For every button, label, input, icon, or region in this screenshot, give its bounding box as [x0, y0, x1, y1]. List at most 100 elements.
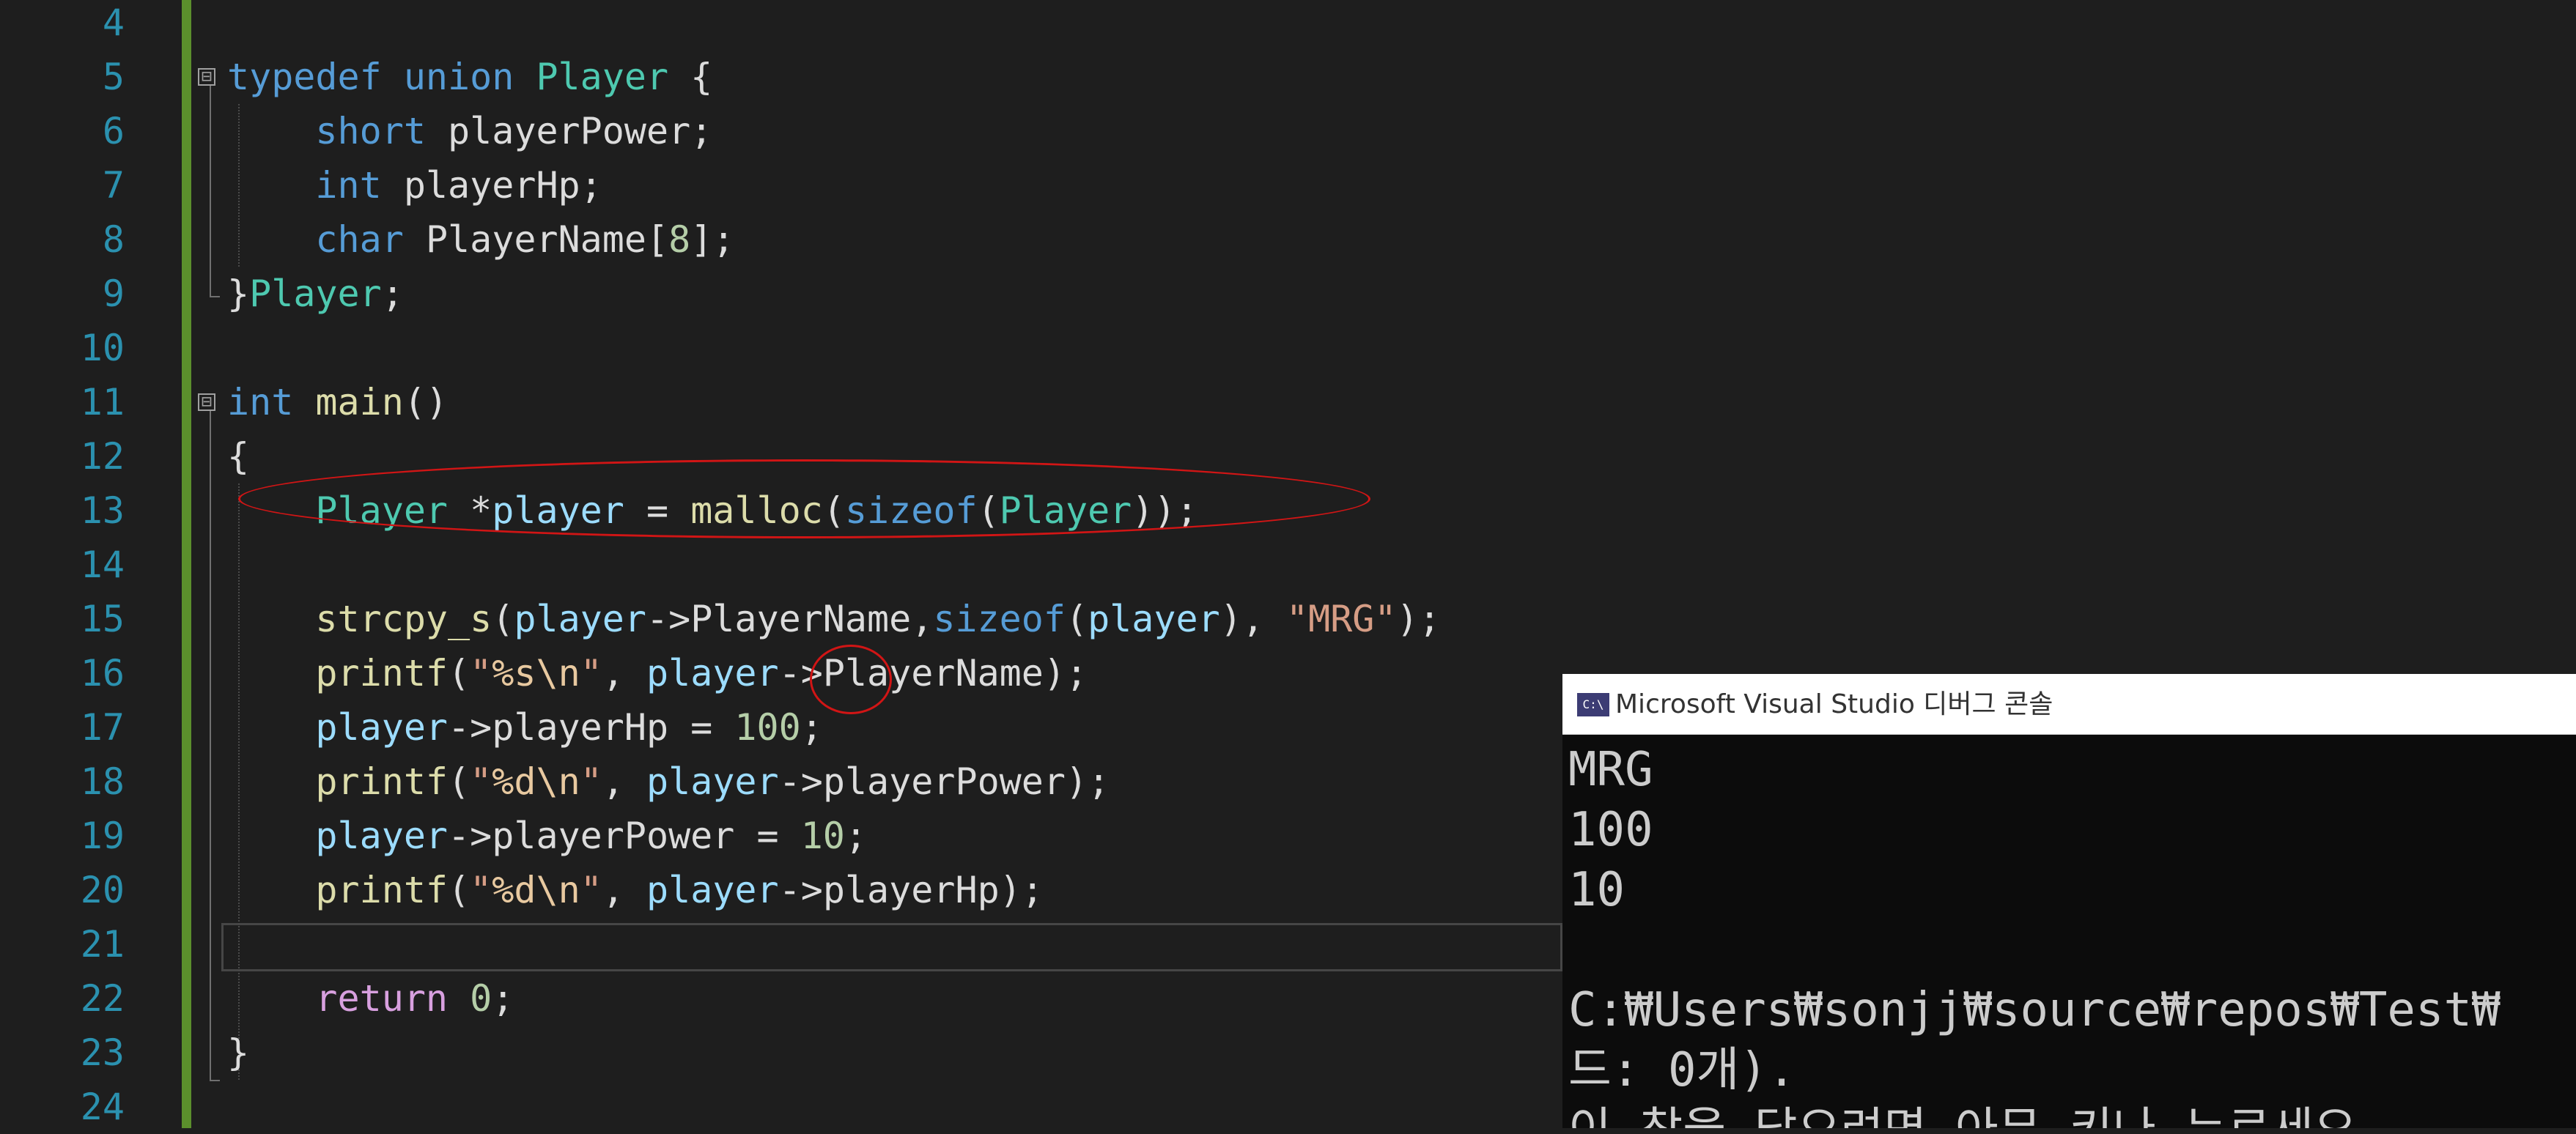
line-number: 16: [80, 652, 125, 694]
keyword-token: union: [403, 56, 514, 98]
string-token: ": [580, 652, 602, 694]
code-text: ;: [381, 273, 404, 315]
line-number-gutter: 4 5 6 7 8 9 10 11 12 13 14 15 16 17 18 1…: [0, 0, 182, 1128]
keyword-token: sizeof: [933, 598, 1066, 640]
code-text: {: [227, 435, 250, 478]
code-line[interactable]: return 0;: [227, 971, 514, 1026]
fold-region-end: [210, 1080, 220, 1081]
code-line[interactable]: int main(): [227, 375, 448, 429]
console-output-line: MRG: [1568, 743, 1653, 797]
function-token: printf: [315, 652, 449, 694]
code-text: ;: [800, 706, 823, 749]
variable-token: player: [315, 706, 449, 749]
line-number: 23: [80, 1031, 125, 1074]
line-number: 22: [80, 977, 125, 1020]
line-number: 5: [102, 56, 125, 98]
code-text: PlayerName[: [403, 218, 669, 261]
console-output-line: C:₩Users₩sonjj₩source₩repos₩Test₩: [1568, 983, 2501, 1037]
code-line[interactable]: char PlayerName[8];: [227, 212, 734, 267]
escape-token: %s\n: [492, 652, 580, 694]
code-text: );: [1396, 598, 1441, 640]
code-line[interactable]: }: [227, 1026, 249, 1080]
number-token: 100: [734, 706, 801, 749]
string-token: ": [470, 652, 492, 694]
function-token: printf: [315, 760, 449, 803]
line-number: 10: [80, 327, 125, 369]
code-line[interactable]: printf("%d\n", player->playerPower);: [227, 755, 1110, 809]
variable-token: player: [315, 815, 449, 857]
code-line[interactable]: player->playerPower = 10;: [227, 809, 867, 863]
keyword-token: int: [227, 381, 294, 423]
code-text: ];: [690, 218, 735, 261]
keyword-token: short: [315, 110, 426, 152]
line-number: 17: [80, 706, 125, 749]
variable-token: player: [646, 760, 779, 803]
console-title-bar[interactable]: C:\ Microsoft Visual Studio 디버그 콘솔: [1562, 674, 2576, 735]
line-number: 8: [102, 218, 125, 261]
type-token: Player: [536, 56, 669, 98]
code-text: (: [448, 760, 470, 803]
code-text: ->PlayerName,: [646, 598, 934, 640]
code-line[interactable]: strcpy_s(player->PlayerName,sizeof(playe…: [227, 592, 1441, 646]
code-line[interactable]: short playerPower;: [227, 104, 712, 158]
code-text: }: [227, 1031, 250, 1074]
code-line[interactable]: printf("%s\n", player->PlayerName);: [227, 646, 1088, 700]
string-token: ": [470, 760, 492, 803]
code-line[interactable]: int playerHp;: [227, 158, 602, 212]
debug-console-window[interactable]: C:\ Microsoft Visual Studio 디버그 콘솔 MRG 1…: [1562, 674, 2576, 1128]
line-number: 11: [80, 381, 125, 423]
function-token: strcpy_s: [315, 598, 492, 640]
code-line[interactable]: printf("%d\n", player->playerHp);: [227, 863, 1044, 917]
function-token: printf: [315, 869, 449, 911]
line-number: 24: [80, 1086, 125, 1128]
number-token: 10: [800, 815, 845, 857]
string-token: ": [580, 760, 602, 803]
fold-region-line: [210, 86, 211, 297]
code-line[interactable]: player->playerHp = 100;: [227, 700, 823, 755]
annotation-ellipse: [238, 459, 1370, 538]
line-number: 6: [102, 110, 125, 152]
change-indicator-bar: [182, 0, 191, 1128]
string-token: "MRG": [1286, 598, 1397, 640]
code-text: (: [1065, 598, 1088, 640]
code-text: {: [668, 56, 713, 98]
code-text: ->playerHp =: [448, 706, 735, 749]
console-output-line: 드: 0개).: [1568, 1043, 1796, 1097]
code-text: (: [448, 652, 470, 694]
variable-token: player: [1088, 598, 1220, 640]
number-token: 8: [668, 218, 691, 261]
code-text: ,: [602, 652, 647, 694]
code-line[interactable]: typedef union Player {: [227, 50, 712, 104]
code-line[interactable]: }Player;: [227, 267, 404, 321]
string-token: ": [470, 869, 492, 911]
code-text: ->playerHp);: [778, 869, 1044, 911]
code-text: ;: [492, 977, 514, 1020]
code-text: ;: [844, 815, 868, 857]
annotation-circle: [810, 645, 892, 714]
string-token: ": [580, 869, 602, 911]
code-text: ->playerPower =: [448, 815, 801, 857]
console-output-line: 이 창을 닫으려면 아무 키나 누르세요: [1568, 1100, 2357, 1128]
console-output-line: 10: [1568, 863, 1625, 917]
collapse-icon[interactable]: ⊟: [198, 67, 215, 86]
code-text: ),: [1219, 598, 1286, 640]
line-number: 18: [80, 760, 125, 803]
code-text: (: [492, 598, 514, 640]
line-number: 15: [80, 598, 125, 640]
code-text: playerPower;: [425, 110, 713, 152]
console-title: Microsoft Visual Studio 디버그 콘솔: [1615, 689, 2053, 719]
keyword-token: char: [315, 218, 404, 261]
variable-token: player: [514, 598, 646, 640]
code-line[interactable]: {: [227, 429, 249, 483]
collapse-icon[interactable]: ⊟: [198, 393, 215, 411]
line-number: 12: [80, 435, 125, 478]
